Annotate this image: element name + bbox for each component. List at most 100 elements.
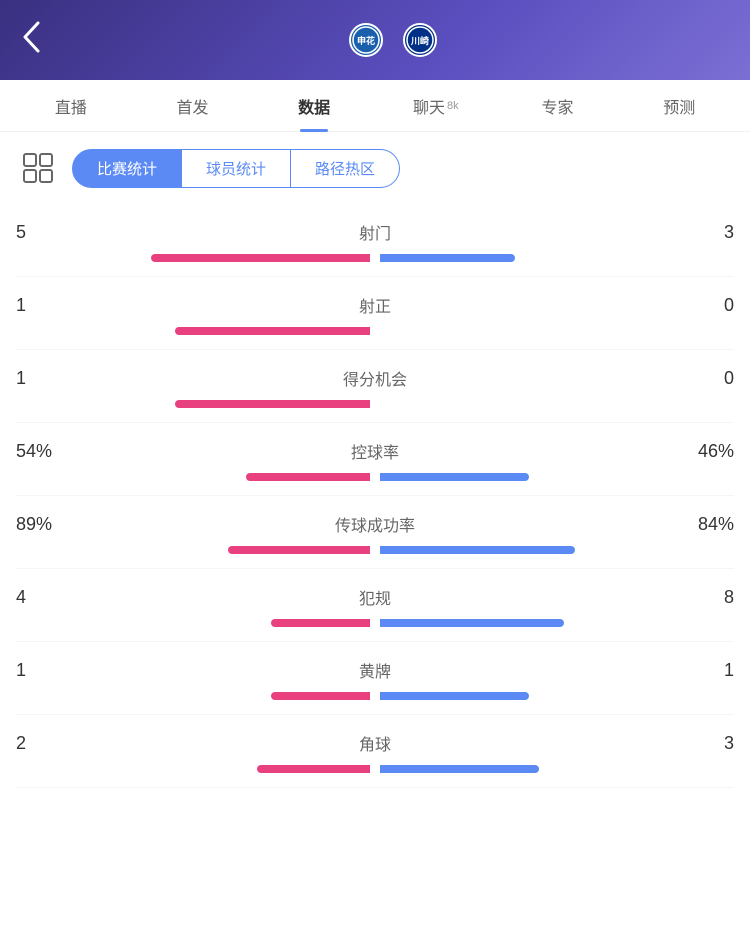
tab-chat-label: 聊天: [413, 94, 445, 118]
stat-label-2: 得分机会: [76, 366, 674, 390]
stat-right-val-4: 84%: [674, 514, 734, 535]
bar-right-4: [380, 546, 734, 554]
stat-row-6: 1 黄牌 1: [16, 642, 734, 715]
bar-center-4: [374, 546, 376, 554]
tab-predict[interactable]: 预测: [618, 80, 740, 132]
bar-fill-left-0: [151, 254, 370, 262]
filter-match-stats[interactable]: 比赛统计: [72, 149, 182, 188]
stat-right-val-6: 1: [674, 660, 734, 681]
stat-label-4: 传球成功率: [76, 512, 674, 536]
bar-center-0: [374, 254, 376, 262]
stat-row-2: 1 得分机会 0: [16, 350, 734, 423]
stat-bars-4: [16, 546, 734, 554]
stat-header-6: 1 黄牌 1: [16, 658, 734, 682]
match-info: 申花 川崎: [56, 23, 730, 57]
tab-expert[interactable]: 专家: [497, 80, 619, 132]
bar-fill-right-6: [380, 692, 529, 700]
stat-row-3: 54% 控球率 46%: [16, 423, 734, 496]
stat-row-1: 1 射正 0: [16, 277, 734, 350]
bar-fill-left-5: [271, 619, 370, 627]
stat-left-val-0: 5: [16, 222, 76, 243]
stat-bars-1: [16, 327, 734, 335]
bar-right-6: [380, 692, 734, 700]
stat-right-val-5: 8: [674, 587, 734, 608]
tab-lineup[interactable]: 首发: [132, 80, 254, 132]
stat-label-1: 射正: [76, 293, 674, 317]
stat-bars-3: [16, 473, 734, 481]
bar-fill-right-4: [380, 546, 575, 554]
stat-label-6: 黄牌: [76, 658, 674, 682]
stat-row-7: 2 角球 3: [16, 715, 734, 788]
filter-button-group: 比赛统计 球员统计 路径热区: [72, 149, 400, 188]
bar-left-0: [16, 254, 370, 262]
tab-stats-label: 数据: [298, 94, 330, 118]
stat-bars-2: [16, 400, 734, 408]
layout-toggle-button[interactable]: [16, 146, 60, 190]
bar-left-4: [16, 546, 370, 554]
bar-center-1: [374, 327, 376, 335]
tab-expert-label: 专家: [542, 94, 574, 118]
stat-row-5: 4 犯规 8: [16, 569, 734, 642]
bar-left-3: [16, 473, 370, 481]
bar-fill-right-3: [380, 473, 529, 481]
tab-live-label: 直播: [55, 94, 87, 118]
stats-list: 5 射门 3 1 射正 0: [0, 204, 750, 788]
stat-header-0: 5 射门 3: [16, 220, 734, 244]
bar-fill-right-0: [380, 254, 515, 262]
bar-left-1: [16, 327, 370, 335]
chat-badge: 8k: [447, 100, 459, 112]
bar-right-5: [380, 619, 734, 627]
bar-fill-left-1: [175, 327, 370, 335]
bar-center-2: [374, 400, 376, 408]
filter-player-stats[interactable]: 球员统计: [182, 149, 291, 188]
tab-lineup-label: 首发: [177, 94, 209, 118]
stat-bars-5: [16, 619, 734, 627]
bar-fill-left-2: [175, 400, 370, 408]
home-team-logo: 申花: [349, 23, 383, 57]
bar-right-0: [380, 254, 734, 262]
stat-row-4: 89% 传球成功率 84%: [16, 496, 734, 569]
filter-heatmap[interactable]: 路径热区: [291, 149, 400, 188]
stat-label-5: 犯规: [76, 585, 674, 609]
stat-left-val-1: 1: [16, 295, 76, 316]
stats-controls: 比赛统计 球员统计 路径热区: [0, 132, 750, 204]
away-team-logo: 川崎: [403, 23, 437, 57]
stat-left-val-4: 89%: [16, 514, 76, 535]
stat-row-0: 5 射门 3: [16, 204, 734, 277]
stat-right-val-2: 0: [674, 368, 734, 389]
stat-header-3: 54% 控球率 46%: [16, 439, 734, 463]
tab-live[interactable]: 直播: [10, 80, 132, 132]
stat-left-val-6: 1: [16, 660, 76, 681]
bar-center-5: [374, 619, 376, 627]
tab-stats[interactable]: 数据: [253, 80, 375, 132]
stat-bars-0: [16, 254, 734, 262]
match-header: 申花 川崎: [0, 0, 750, 80]
bar-right-7: [380, 765, 734, 773]
tab-chat[interactable]: 聊天8k: [375, 80, 497, 132]
stat-header-5: 4 犯规 8: [16, 585, 734, 609]
bar-left-2: [16, 400, 370, 408]
bar-fill-left-4: [228, 546, 370, 554]
bar-fill-right-5: [380, 619, 564, 627]
back-button[interactable]: [20, 19, 56, 61]
bar-center-7: [374, 765, 376, 773]
svg-text:申花: 申花: [357, 35, 375, 46]
stat-left-val-5: 4: [16, 587, 76, 608]
stat-bars-6: [16, 692, 734, 700]
stat-header-7: 2 角球 3: [16, 731, 734, 755]
stat-right-val-0: 3: [674, 222, 734, 243]
stat-bars-7: [16, 765, 734, 773]
stat-label-7: 角球: [76, 731, 674, 755]
bar-left-5: [16, 619, 370, 627]
bar-center-3: [374, 473, 376, 481]
bar-left-6: [16, 692, 370, 700]
stat-header-1: 1 射正 0: [16, 293, 734, 317]
bar-fill-left-3: [246, 473, 370, 481]
stat-left-val-7: 2: [16, 733, 76, 754]
stat-right-val-1: 0: [674, 295, 734, 316]
svg-text:川崎: 川崎: [410, 35, 429, 46]
stat-left-val-2: 1: [16, 368, 76, 389]
stat-label-3: 控球率: [76, 439, 674, 463]
tab-predict-label: 预测: [663, 94, 695, 118]
stat-left-val-3: 54%: [16, 441, 76, 462]
